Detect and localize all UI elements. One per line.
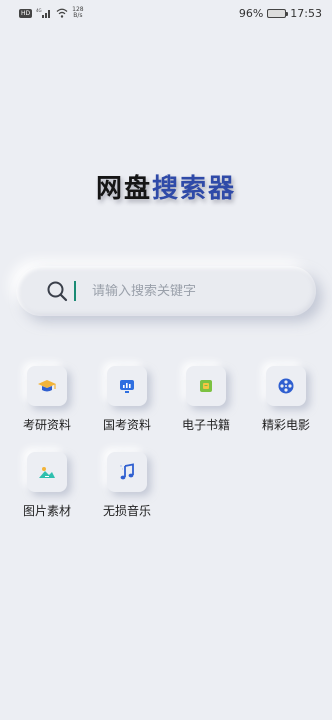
category-music[interactable]: 无损音乐	[87, 452, 167, 519]
title-part-1: 网盘	[95, 174, 152, 204]
film-reel-icon	[278, 378, 294, 394]
battery-icon	[267, 8, 289, 18]
category-label: 精彩电影	[261, 418, 310, 432]
category-label: 无损音乐	[102, 504, 151, 518]
network-unit: B/s	[73, 12, 83, 19]
category-tile[interactable]	[107, 452, 147, 492]
category-movies[interactable]: 精彩电影	[246, 366, 326, 433]
category-tile[interactable]	[266, 366, 306, 406]
search-input[interactable]	[92, 283, 292, 299]
category-tile[interactable]	[186, 366, 226, 406]
monitor-chart-icon	[120, 380, 134, 393]
clock: 17:53	[290, 6, 322, 20]
text-cursor	[74, 281, 76, 301]
music-note-icon	[120, 463, 134, 480]
category-images[interactable]: 图片素材	[7, 452, 87, 519]
title-part-2: 搜索器	[152, 174, 237, 204]
hd-badge: HD	[19, 8, 33, 18]
app-title: 网盘搜索器	[0, 168, 332, 205]
category-kaoyan[interactable]: 考研资料	[7, 366, 87, 433]
wifi-icon	[56, 8, 68, 18]
battery-percent: 96%	[238, 6, 264, 20]
category-tile[interactable]	[27, 366, 67, 406]
network-speed: 128 B/s	[72, 7, 83, 19]
search-icon[interactable]	[46, 280, 68, 302]
category-label: 图片素材	[22, 504, 71, 518]
category-label: 考研资料	[22, 418, 71, 432]
category-tile[interactable]	[107, 366, 147, 406]
status-right: 96% 17:53	[239, 7, 322, 20]
category-guokao[interactable]: 国考资料	[87, 366, 167, 433]
picture-icon	[39, 467, 55, 478]
category-label: 电子书籍	[181, 418, 230, 432]
graduation-cap-icon	[38, 380, 56, 392]
category-label: 国考资料	[102, 418, 151, 432]
search-bar[interactable]	[16, 266, 316, 316]
category-tile[interactable]	[27, 452, 67, 492]
signal-icon: 4G	[36, 8, 51, 18]
ebook-icon	[200, 380, 212, 392]
status-bar: HD 4G 128 B/s 96% 17:53	[0, 0, 332, 26]
svg-text:4G: 4G	[36, 8, 42, 13]
status-left: HD 4G 128 B/s	[19, 7, 84, 19]
category-ebooks[interactable]: 电子书籍	[166, 366, 246, 433]
